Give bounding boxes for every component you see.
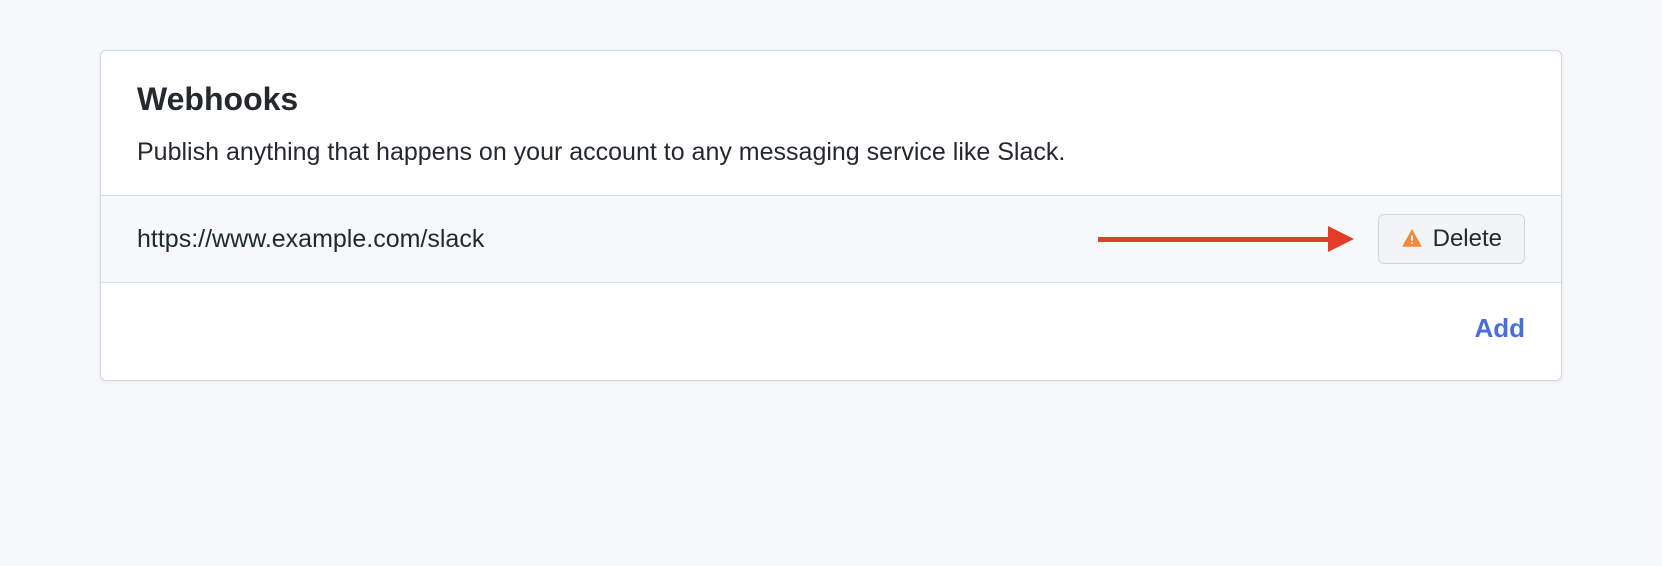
panel-description: Publish anything that happens on your ac… <box>137 138 1525 167</box>
webhook-actions: Delete <box>1098 214 1525 264</box>
delete-button[interactable]: Delete <box>1378 214 1525 264</box>
arrow-line <box>1098 237 1328 242</box>
add-link[interactable]: Add <box>1474 313 1525 344</box>
panel-title: Webhooks <box>137 81 1525 118</box>
panel-footer: Add <box>101 283 1561 380</box>
arrow-head-icon <box>1328 226 1354 252</box>
webhook-url: https://www.example.com/slack <box>137 225 484 254</box>
panel-header: Webhooks Publish anything that happens o… <box>101 51 1561 195</box>
webhooks-panel: Webhooks Publish anything that happens o… <box>100 50 1562 381</box>
arrow-annotation <box>1098 229 1358 249</box>
delete-button-label: Delete <box>1433 225 1502 253</box>
webhook-row: https://www.example.com/slack Delete <box>101 195 1561 283</box>
warning-triangle-icon <box>1401 228 1423 250</box>
